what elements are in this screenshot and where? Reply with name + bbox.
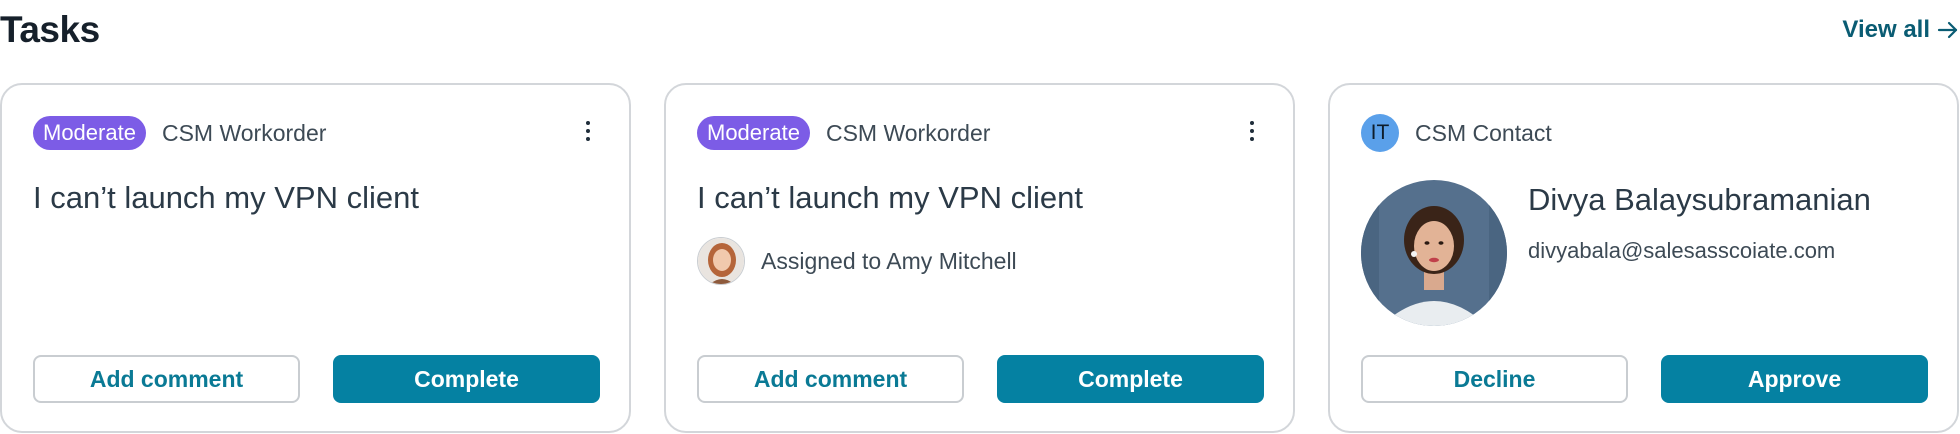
complete-button[interactable]: Complete — [333, 355, 600, 403]
arrow-right-icon — [1937, 21, 1958, 39]
contact-email[interactable]: divyabala@salesasscoiate.com — [1528, 238, 1835, 264]
task-type-label: CSM Contact — [1415, 119, 1552, 146]
add-comment-button[interactable]: Add comment — [697, 355, 964, 403]
page-title: Tasks — [0, 9, 100, 50]
priority-badge: Moderate — [697, 116, 810, 150]
assignee-label: Assigned to Amy Mitchell — [761, 247, 1017, 274]
task-title: I can’t launch my VPN client — [697, 180, 1083, 215]
task-type-label: CSM Workorder — [825, 119, 991, 146]
task-title: I can’t launch my VPN client — [33, 180, 419, 215]
card-header: IT CSM Contact — [1361, 114, 1552, 152]
add-comment-button[interactable]: Add comment — [33, 355, 300, 403]
card-header: Moderate CSM Workorder — [697, 115, 990, 151]
complete-button[interactable]: Complete — [997, 355, 1264, 403]
task-card: Moderate CSM Workorder I can’t launch my… — [664, 83, 1295, 433]
assignee: Assigned to Amy Mitchell — [697, 237, 1017, 285]
more-vertical-icon[interactable] — [583, 121, 593, 145]
view-all-label: View all — [1842, 16, 1930, 43]
decline-button[interactable]: Decline — [1361, 355, 1628, 403]
avatar — [697, 237, 745, 285]
tasks-header: Tasks View all — [0, 0, 1960, 66]
it-badge: IT — [1361, 114, 1399, 152]
contact-name: Divya Balaysubramanian — [1528, 182, 1871, 217]
view-all-link[interactable]: View all — [1842, 16, 1960, 44]
card-header: Moderate CSM Workorder — [33, 115, 326, 151]
contact-avatar — [1361, 180, 1507, 326]
priority-badge: Moderate — [33, 116, 146, 150]
approve-button[interactable]: Approve — [1661, 355, 1928, 403]
more-vertical-icon[interactable] — [1247, 121, 1257, 145]
task-card: Moderate CSM Workorder I can’t launch my… — [0, 83, 631, 433]
contact-card: IT CSM Contact Divya Balaysubramanian di… — [1328, 83, 1959, 433]
task-type-label: CSM Workorder — [161, 119, 327, 146]
